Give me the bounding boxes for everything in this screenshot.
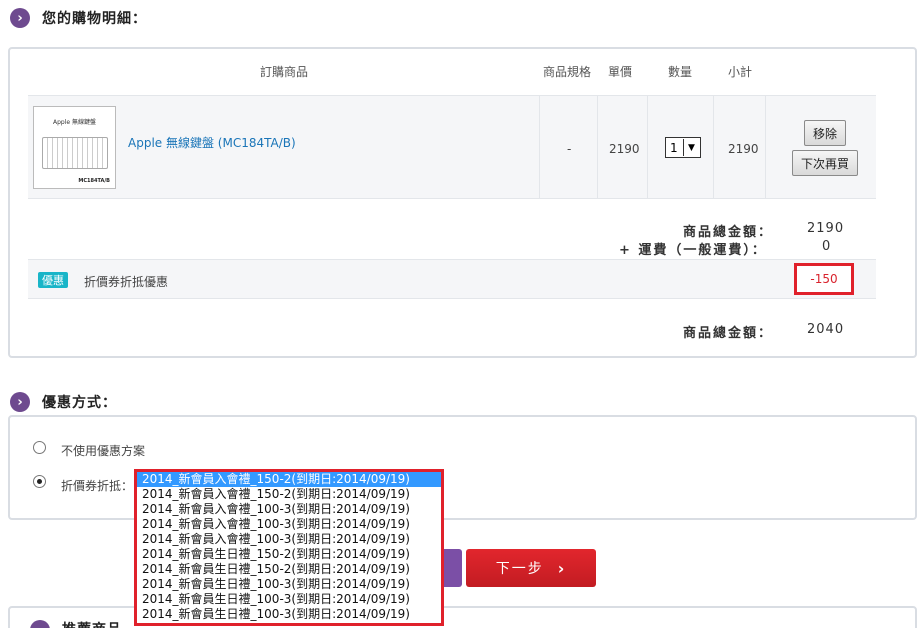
chevron-right-icon: › — [557, 558, 567, 578]
header-price: 單價 — [608, 65, 633, 79]
promo-section-title: 優惠方式： — [42, 395, 117, 411]
coupon-option[interactable]: 2014_新會員入會禮_100-3(到期日:2014/09/19) — [137, 502, 441, 517]
coupon-option[interactable]: 2014_新會員生日禮_100-3(到期日:2014/09/19) — [137, 577, 441, 592]
coupon-label[interactable]: 折價券折抵： — [61, 477, 133, 494]
divider — [597, 96, 598, 198]
header-product: 訂購商品 — [260, 65, 309, 79]
coupon-option[interactable]: 2014_新會員生日禮_150-2(到期日:2014/09/19) — [137, 547, 441, 562]
no-promo-radio[interactable] — [33, 441, 46, 454]
chevron-right-icon: › — [10, 8, 30, 28]
cart-section-title: 您的購物明細： — [42, 11, 147, 27]
promo-section-header: › 優惠方式： — [10, 390, 117, 414]
product-name-link[interactable]: Apple 無線鍵盤 (MC184TA/B) — [128, 134, 296, 151]
product-thumbnail[interactable]: Apple 無線鍵盤 MC184TA/B — [33, 106, 116, 189]
cart-panel — [8, 47, 917, 358]
divider — [765, 96, 766, 198]
header-qty: 數量 — [668, 65, 693, 79]
item-subtotal: 2190 — [728, 142, 759, 156]
divider — [713, 96, 714, 198]
goods-total-value: 2190 — [807, 221, 845, 236]
next-step-button[interactable]: 下一步 › — [466, 549, 596, 587]
coupon-option[interactable]: 2014_新會員入會禮_150-2(到期日:2014/09/19) — [137, 487, 441, 502]
next-step-label: 下一步 — [495, 561, 544, 577]
goods-total-label: 商品總金額： — [683, 225, 774, 240]
coupon-option[interactable]: 2014_新會員生日禮_150-2(到期日:2014/09/19) — [137, 562, 441, 577]
keyboard-image — [42, 137, 108, 169]
thumbnail-caption: Apple 無線鍵盤 — [53, 119, 96, 126]
discount-text: 折價券折抵優惠 — [84, 275, 169, 289]
coupon-option[interactable]: 2014_新會員入會禮_150-2(到期日:2014/09/19) — [137, 472, 441, 487]
divider — [28, 95, 876, 96]
divider — [647, 96, 648, 198]
divider — [28, 198, 876, 199]
header-subtotal: 小計 — [728, 65, 753, 79]
quantity-value: 1 — [670, 140, 678, 155]
unit-price: 2190 — [609, 142, 640, 156]
coupon-option[interactable]: 2014_新會員入會禮_100-3(到期日:2014/09/19) — [137, 517, 441, 532]
final-total-value: 2040 — [807, 322, 845, 337]
coupon-option[interactable]: 2014_新會員生日禮_100-3(到期日:2014/09/19) — [137, 607, 441, 622]
shipping-value: 0 — [822, 239, 832, 254]
chevron-right-icon: › — [10, 392, 30, 412]
no-promo-label[interactable]: 不使用優惠方案 — [61, 442, 145, 459]
thumbnail-model: MC184TA/B — [78, 178, 110, 184]
header-spec: 商品規格 — [543, 65, 592, 79]
coupon-option[interactable]: 2014_新會員入會禮_100-3(到期日:2014/09/19) — [137, 532, 441, 547]
recommend-section-title: 推薦商品 — [62, 619, 122, 628]
shipping-label: + 運費（一般運費）： — [619, 243, 767, 258]
coupon-radio[interactable] — [33, 475, 46, 488]
final-total-label: 商品總金額： — [683, 326, 774, 341]
remove-button[interactable]: 移除 — [804, 120, 846, 146]
discount-badge: 優惠 — [38, 272, 68, 288]
coupon-option[interactable]: 2014_新會員生日禮_100-3(到期日:2014/09/19) — [137, 592, 441, 607]
divider — [539, 96, 540, 198]
coupon-dropdown-list[interactable]: 2014_新會員入會禮_150-2(到期日:2014/09/19) 2014_新會… — [134, 469, 444, 626]
product-spec: - — [567, 142, 572, 156]
discount-value: -150 — [794, 263, 854, 295]
quantity-select[interactable]: 1 ▼ — [665, 137, 701, 158]
cart-section-header: › 您的購物明細： — [10, 6, 147, 30]
buy-later-button[interactable]: 下次再買 — [792, 150, 858, 176]
chevron-down-icon: ▼ — [683, 139, 699, 156]
